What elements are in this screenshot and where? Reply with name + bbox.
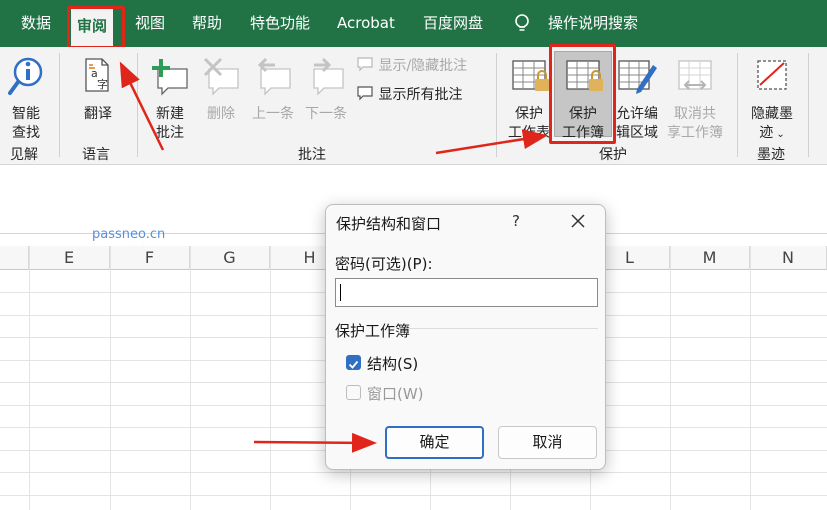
delete-comment-icon bbox=[203, 57, 239, 96]
column-header-e[interactable]: E bbox=[29, 246, 110, 270]
protect-workbook-highlight bbox=[549, 44, 616, 144]
hide-ink-button[interactable]: 隐藏墨 迹 ⌄ bbox=[744, 55, 800, 144]
group-divider bbox=[408, 328, 598, 329]
chevron-down-icon: ⌄ bbox=[773, 129, 785, 140]
watermark-url: passneo.cn bbox=[92, 227, 166, 242]
group-label-comments: 批注 bbox=[298, 147, 326, 163]
next-comment-button[interactable]: 下一条 bbox=[302, 55, 350, 124]
dialog-title: 保护结构和窗口 bbox=[336, 215, 442, 233]
password-input[interactable] bbox=[335, 278, 598, 307]
smart-lookup-button[interactable]: 智能 查找 bbox=[6, 55, 46, 143]
svg-text:字: 字 bbox=[97, 77, 108, 91]
window-checkbox-label[interactable]: 窗口(W) bbox=[367, 383, 424, 404]
tab-data[interactable]: 数据 bbox=[21, 0, 51, 47]
column-header-g[interactable]: G bbox=[190, 246, 270, 270]
protect-workbook-group-label: 保护工作簿 bbox=[335, 322, 411, 340]
column-gridline bbox=[29, 246, 30, 510]
group-label-language: 语言 bbox=[82, 147, 110, 163]
column-gridline bbox=[270, 246, 271, 510]
tab-help[interactable]: 帮助 bbox=[192, 0, 222, 47]
group-label-protect: 保护 bbox=[599, 147, 627, 163]
column-gridline bbox=[190, 246, 191, 510]
allow-edit-ranges-button[interactable]: 允许编 辑区域 bbox=[612, 55, 662, 143]
translate-icon: a 字 bbox=[85, 58, 109, 92]
unshare-workbook-icon bbox=[678, 60, 712, 90]
tab-baidu-netdisk[interactable]: 百度网盘 bbox=[423, 0, 483, 47]
allow-edit-ranges-icon bbox=[618, 60, 657, 94]
translate-button[interactable]: a 字 翻译 bbox=[80, 55, 116, 124]
row-gridline bbox=[0, 472, 827, 473]
protect-sheet-icon bbox=[512, 60, 549, 91]
text-caret bbox=[340, 284, 341, 301]
window-checkbox[interactable] bbox=[346, 385, 361, 400]
tab-acrobat[interactable]: Acrobat bbox=[337, 0, 395, 47]
new-comment-icon bbox=[152, 59, 188, 96]
row-gridline bbox=[0, 495, 827, 496]
previous-comment-button[interactable]: 上一条 bbox=[249, 55, 297, 124]
unshare-workbook-button[interactable]: 取消共 享工作簿 bbox=[662, 55, 728, 143]
delete-comment-button[interactable]: 删除 bbox=[201, 55, 241, 124]
previous-comment-icon bbox=[257, 57, 291, 96]
ribbon: 智能 查找 a 字 翻译 新建 批注 删除 上一条 下一条 显示/隐藏批注 显示… bbox=[0, 47, 827, 165]
show-all-comments-button[interactable]: 显示所有批注 bbox=[356, 85, 462, 105]
tab-special-features[interactable]: 特色功能 bbox=[250, 0, 310, 47]
column-header-m[interactable]: M bbox=[670, 246, 750, 270]
help-button[interactable]: ? bbox=[512, 212, 520, 230]
protect-structure-dialog: 保护结构和窗口 ? 密码(可选)(P): 保护工作簿 结构(S) 窗口(W) 确… bbox=[325, 204, 606, 470]
comments-icon bbox=[357, 86, 373, 101]
hide-ink-icon bbox=[757, 60, 787, 90]
tell-me-search[interactable]: 操作说明搜索 bbox=[548, 0, 638, 47]
smart-lookup-icon bbox=[8, 57, 43, 95]
lightbulb-icon bbox=[515, 14, 529, 31]
password-label: 密码(可选)(P): bbox=[335, 255, 433, 273]
column-gridline bbox=[670, 246, 671, 510]
show-hide-comment-button[interactable]: 显示/隐藏批注 bbox=[356, 56, 467, 76]
column-gridline bbox=[110, 246, 111, 510]
comment-toggle-icon bbox=[357, 57, 373, 72]
column-header-f[interactable]: F bbox=[110, 246, 190, 270]
review-tab-highlight bbox=[67, 6, 125, 49]
checkmark-icon bbox=[348, 360, 359, 369]
structure-checkbox-label[interactable]: 结构(S) bbox=[367, 353, 418, 374]
column-header-n[interactable]: N bbox=[750, 246, 827, 270]
ok-button[interactable]: 确定 bbox=[385, 426, 484, 459]
tab-view[interactable]: 视图 bbox=[135, 0, 165, 47]
column-gridline bbox=[750, 246, 751, 510]
structure-checkbox[interactable] bbox=[346, 355, 361, 370]
group-label-insights: 见解 bbox=[10, 147, 38, 163]
cancel-button[interactable]: 取消 bbox=[498, 426, 597, 459]
group-label-ink: 墨迹 bbox=[757, 147, 785, 163]
protect-sheet-button[interactable]: 保护 工作表 bbox=[504, 55, 554, 143]
row-header-corner[interactable] bbox=[0, 246, 29, 270]
next-comment-icon bbox=[313, 57, 344, 96]
close-icon[interactable] bbox=[567, 210, 589, 232]
new-comment-button[interactable]: 新建 批注 bbox=[149, 55, 191, 143]
